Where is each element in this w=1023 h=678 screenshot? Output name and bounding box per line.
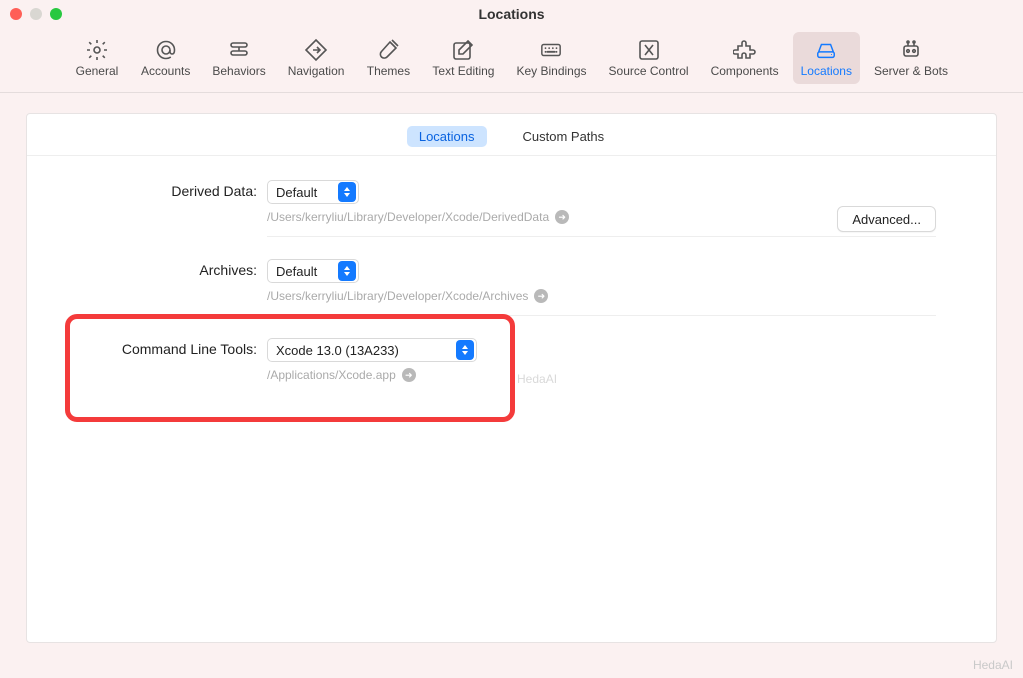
toolbar-item-key-bindings[interactable]: Key Bindings: [508, 32, 594, 84]
popup-arrows-icon: [338, 182, 356, 202]
clt-path-row: /Applications/Xcode.app ➜: [267, 368, 936, 382]
robot-icon: [897, 38, 925, 62]
toolbar-item-accounts[interactable]: Accounts: [133, 32, 198, 84]
close-window-button[interactable]: [10, 8, 22, 20]
traffic-lights: [10, 8, 62, 20]
derived-data-value-col: Default /Users/kerryliu/Library/Develope…: [267, 180, 936, 237]
gear-icon: [83, 38, 111, 62]
drive-icon: [812, 38, 840, 62]
toolbar-item-label: Source Control: [609, 64, 689, 78]
diamond-arrow-icon: [302, 38, 330, 62]
puzzle-icon: [731, 38, 759, 62]
keyboard-icon: [537, 38, 565, 62]
archives-label: Archives:: [87, 259, 267, 278]
segmented-tabs: Locations Custom Paths: [27, 114, 996, 156]
preferences-toolbar: General Accounts Behaviors Navigation Th…: [0, 28, 1023, 93]
toolbar-item-label: General: [76, 64, 119, 78]
toolbar-item-text-editing[interactable]: Text Editing: [424, 32, 502, 84]
row-archives: Archives: Default /Users/kerryliu/Librar…: [87, 259, 936, 334]
derived-data-label: Derived Data:: [87, 180, 267, 199]
toolbar-item-navigation[interactable]: Navigation: [280, 32, 353, 84]
toolbar-item-label: Locations: [801, 64, 852, 78]
toolbar-item-label: Themes: [367, 64, 410, 78]
toolbar-item-behaviors[interactable]: Behaviors: [204, 32, 273, 84]
archives-value-col: Default /Users/kerryliu/Library/Develope…: [267, 259, 936, 316]
row-command-line-tools: Command Line Tools: Xcode 13.0 (13A233) …: [87, 338, 936, 412]
toolbar-item-themes[interactable]: Themes: [358, 32, 418, 84]
reveal-in-finder-icon[interactable]: ➜: [402, 368, 416, 382]
toolbar-item-source-control[interactable]: Source Control: [601, 32, 697, 84]
at-icon: [152, 38, 180, 62]
clt-value-col: Xcode 13.0 (13A233) /Applications/Xcode.…: [267, 338, 936, 394]
tab-locations[interactable]: Locations: [407, 126, 487, 147]
reveal-in-finder-icon[interactable]: ➜: [555, 210, 569, 224]
panel-wrap: Locations Custom Paths Derived Data: Def…: [0, 93, 1023, 663]
clt-path: /Applications/Xcode.app: [267, 368, 396, 382]
toolbar-item-label: Navigation: [288, 64, 345, 78]
titlebar: Locations: [0, 0, 1023, 28]
popup-arrows-icon: [338, 261, 356, 281]
derived-data-popup[interactable]: Default: [267, 180, 359, 204]
archives-path-row: /Users/kerryliu/Library/Developer/Xcode/…: [267, 289, 936, 303]
derived-data-path: /Users/kerryliu/Library/Developer/Xcode/…: [267, 210, 549, 224]
derived-data-value: Default: [276, 185, 317, 200]
toolbar-item-label: Accounts: [141, 64, 190, 78]
tab-custom-paths[interactable]: Custom Paths: [511, 126, 617, 147]
window-title: Locations: [0, 6, 1023, 22]
pencil-square-icon: [449, 38, 477, 62]
branch-square-icon: [635, 38, 663, 62]
clt-label: Command Line Tools:: [87, 338, 267, 357]
archives-popup[interactable]: Default: [267, 259, 359, 283]
derived-data-path-row: /Users/kerryliu/Library/Developer/Xcode/…: [267, 210, 936, 224]
reveal-in-finder-icon[interactable]: ➜: [534, 289, 548, 303]
brush-icon: [374, 38, 402, 62]
settings-body: Derived Data: Default /Users/kerryliu/Li…: [27, 156, 996, 412]
toolbar-item-locations[interactable]: Locations: [793, 32, 860, 84]
toolbar-item-general[interactable]: General: [67, 32, 127, 84]
toolbar-item-components[interactable]: Components: [703, 32, 787, 84]
toolbar-item-label: Behaviors: [212, 64, 265, 78]
zoom-window-button[interactable]: [50, 8, 62, 20]
popup-arrows-icon: [456, 340, 474, 360]
row-derived-data: Derived Data: Default /Users/kerryliu/Li…: [87, 180, 936, 255]
advanced-button[interactable]: Advanced...: [837, 206, 936, 232]
archives-path: /Users/kerryliu/Library/Developer/Xcode/…: [267, 289, 528, 303]
toolbar-item-label: Key Bindings: [516, 64, 586, 78]
toolbar-item-label: Components: [711, 64, 779, 78]
clt-popup[interactable]: Xcode 13.0 (13A233): [267, 338, 477, 362]
toolbar-item-label: Text Editing: [432, 64, 494, 78]
toolbar-item-label: Server & Bots: [874, 64, 948, 78]
toolbar-item-server-bots[interactable]: Server & Bots: [866, 32, 956, 84]
minimize-window-button[interactable]: [30, 8, 42, 20]
stack-icon: [225, 38, 253, 62]
locations-panel: Locations Custom Paths Derived Data: Def…: [26, 113, 997, 643]
archives-value: Default: [276, 264, 317, 279]
clt-value: Xcode 13.0 (13A233): [276, 343, 399, 358]
